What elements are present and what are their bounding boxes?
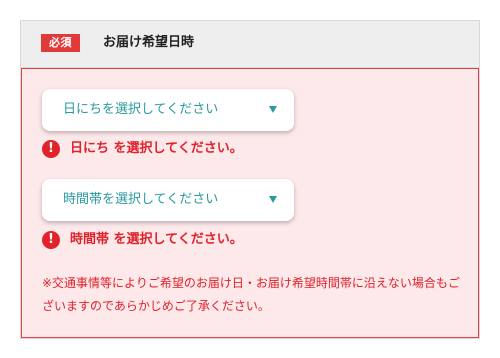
time-error-text: 時間帯 を選択してください。 bbox=[70, 232, 243, 247]
chevron-down-icon bbox=[269, 106, 277, 113]
delivery-datetime-section: 必須 お届け希望日時 日にちを選択してください ! 日にち を選択してください。… bbox=[20, 20, 480, 339]
section-body-error-state: 日にちを選択してください ! 日にち を選択してください。 時間帯を選択してくだ… bbox=[21, 68, 479, 338]
section-title: お届け希望日時 bbox=[103, 35, 195, 50]
section-header: 必須 お届け希望日時 bbox=[21, 21, 479, 68]
time-select-label: 時間帯を選択してください bbox=[63, 192, 219, 207]
time-select[interactable]: 時間帯を選択してください bbox=[42, 179, 294, 221]
date-select[interactable]: 日にちを選択してください bbox=[42, 89, 294, 131]
error-icon: ! bbox=[42, 231, 60, 249]
delivery-note: ※交通事情等によりご希望のお届け日・お届け希望時間帯に沿えない場合もございますの… bbox=[42, 276, 460, 313]
date-error-text: 日にち を選択してください。 bbox=[70, 141, 243, 156]
error-icon: ! bbox=[42, 140, 60, 158]
date-select-label: 日にちを選択してください bbox=[63, 102, 219, 117]
chevron-down-icon bbox=[269, 196, 277, 203]
required-badge: 必須 bbox=[41, 34, 80, 52]
